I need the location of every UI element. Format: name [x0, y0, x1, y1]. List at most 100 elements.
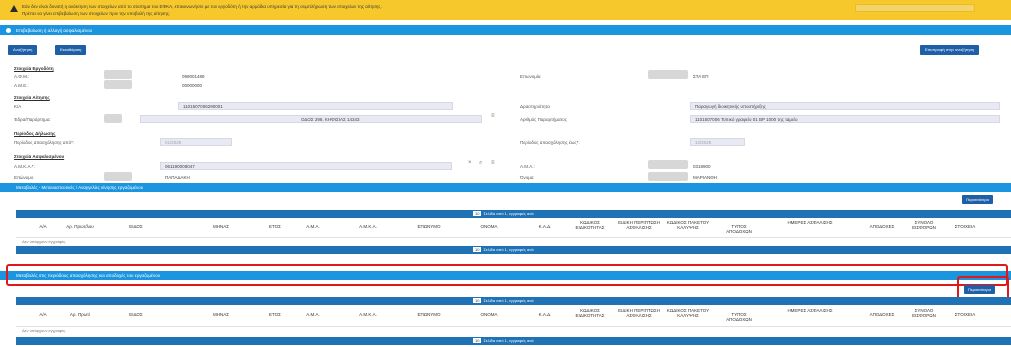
name-label: Όνομα — [520, 175, 534, 180]
column-header[interactable]: ΣΥΝΟΛΟ ΕΙΣΦΟΡΩΝ — [908, 220, 940, 230]
column-header[interactable]: ΕΙΔΟΣ — [116, 224, 156, 229]
table-divider — [16, 237, 1011, 238]
kad-label: Κ/Α — [14, 104, 22, 109]
verify-section-bar: Επιβεβαίωση ή αλλαγή ασφαλισμένου — [0, 25, 1011, 35]
column-header[interactable]: Α/Α — [32, 224, 54, 229]
column-header[interactable]: ΣΤΟΙΧΕΙΑ — [946, 312, 984, 317]
column-header[interactable]: ΗΜΕΡΕΣ ΑΣΦΑΛΙΣΗΣ — [779, 308, 841, 313]
column-header[interactable]: ΣΥΝΟΛΟ ΕΙΣΦΟΡΩΝ — [908, 308, 940, 318]
amka-input[interactable]: 061190008047 — [160, 162, 452, 170]
column-header[interactable]: ΕΙΔΟΣ — [116, 312, 156, 317]
column-header[interactable]: ΗΜΕΡΕΣ ΑΣΦΑΛΙΣΗΣ — [779, 220, 841, 225]
column-header[interactable]: ΤΥΠΟΣ ΑΠΟΔΟΧΩΝ — [719, 224, 759, 234]
column-header[interactable]: ΜΗΝΑΣ — [201, 224, 241, 229]
column-header[interactable]: ΚΩΔΙΚΟΣ ΕΙΔΙΚΟΤΗΤΑΣ — [568, 308, 612, 318]
table-header-1: Α/Α Αρ. Πρωτ/λου ΕΙΔΟΣ ΜΗΝΑΣ ΕΤΟΣ Α.Μ.Α. Α.Μ.Κ… — [16, 220, 1011, 236]
column-header[interactable]: ΑΠΟΔΟΧΕΣ — [862, 312, 902, 317]
column-header[interactable]: ΟΝΟΜΑ — [469, 224, 509, 229]
activity-label: Δραστηριότητα — [520, 104, 550, 109]
column-header[interactable]: ΕΤΟΣ — [263, 224, 287, 229]
pager-bottom-2[interactable]: 10 Σελίδα από 1, εγγραφές ανά — [16, 337, 1011, 345]
redacted-block — [104, 70, 132, 79]
pager-bottom-1[interactable]: 10 Σελίδα από 1, εγγραφές ανά — [16, 246, 1011, 254]
redacted-block — [648, 172, 688, 181]
details-heading: Στοιχεία Αίτησης — [14, 95, 50, 100]
section-circle-icon — [6, 28, 11, 33]
column-header[interactable]: ΕΙΔΙΚΗ ΠΕΡΙΠΤΩΣΗ ΑΣΦΑΛΙΣΗΣ — [617, 220, 661, 230]
employer-afm-value: 099001489 — [182, 74, 205, 79]
table-divider — [16, 326, 1011, 327]
movements-section-title: Μεταβολές - Μεταναστευτικές / Αναγγελίες… — [16, 185, 144, 190]
amka-label: Α.Μ.Κ.Α.*: — [14, 164, 35, 169]
period-to-input[interactable]: 12/2025 — [690, 138, 745, 146]
column-header[interactable]: Α.Μ.Α. — [294, 224, 332, 229]
search-icon[interactable]: ⌕ — [479, 160, 482, 167]
redacted-block — [104, 114, 122, 123]
employer-ame-value: 00000000 — [182, 83, 203, 88]
kad-field: 1101507006290001 — [178, 102, 453, 110]
column-header[interactable]: ΕΙΔΙΚΗ ΠΕΡΙΠΤΩΣΗ ΑΣΦΑΛΙΣΗΣ — [617, 308, 661, 318]
name-value: ΜΑΡΙΑΝΘΗ — [693, 175, 718, 180]
column-header[interactable]: ΤΥΠΟΣ ΑΠΟΔΟΧΩΝ — [719, 312, 759, 322]
employer-afm-label: Α.Φ.Μ.: — [14, 74, 30, 79]
period-from-label: Περίοδος απασχόλησης από*: — [14, 140, 75, 145]
address-list-icon[interactable]: ≡ — [491, 113, 495, 119]
payroll-table: 10 Σελίδα από 1, εγγραφές ανά Α/Α Αρ. Πρωτ… — [16, 297, 1011, 347]
pager-top-1[interactable]: 10 Σελίδα από 1, εγγραφές ανά — [16, 210, 1011, 218]
column-header[interactable]: Α.Μ.Κ.Α. — [349, 224, 387, 229]
warning-icon — [10, 5, 18, 12]
pager-sel[interactable]: 10 — [473, 211, 482, 216]
pager-top-2[interactable]: 10 Σελίδα από 1, εγγραφές ανά — [16, 297, 1011, 305]
period-from-input[interactable]: 01/2025 — [160, 138, 232, 146]
column-header[interactable]: ΑΠΟΔΟΧΕΣ — [862, 224, 902, 229]
clear-button[interactable]: Εκκαθάριση — [55, 45, 87, 55]
column-header[interactable]: Αρ. Πρωτ/λου — [60, 224, 100, 229]
column-header[interactable]: ΣΤΟΙΧΕΙΑ — [946, 224, 984, 229]
period-to-label: Περίοδος απασχόλησης έως*: — [520, 140, 580, 145]
verify-section-title: Επιβεβαίωση ή αλλαγή ασφαλισμένου — [16, 28, 93, 33]
branch-label: Αριθμός Παραρτήματος — [520, 117, 567, 122]
ama-value: 0318900 — [693, 164, 711, 169]
column-header[interactable]: ΚΩΔΙΚΟΣ ΕΙΔΙΚΟΤΗΤΑΣ — [568, 220, 612, 230]
address-label: Έδρα/Παράρτημα: — [14, 117, 51, 122]
period-heading: Περίοδος Δήλωσης — [14, 131, 56, 136]
surname-value: ΠΑΠΑΔΑΚΗ — [165, 175, 190, 180]
movements-section-bar: Μεταβολές - Μεταναστευτικές / Αναγγελίες… — [0, 183, 1011, 192]
column-header[interactable]: ΟΝΟΜΑ — [469, 312, 509, 317]
table-empty-1: Δεν υπάρχουν εγγραφές. — [22, 239, 67, 244]
more-button-1[interactable]: Περισσότερα — [962, 195, 993, 204]
movements-table: 10 Σελίδα από 1, εγγραφές ανά Α/Α Αρ. Πρωτ… — [16, 210, 1011, 254]
table-header-2: Α/Α Αρ. Πρωτ/ΕΙΔΟΣ ΜΗΝΑΣ ΕΤΟΣ Α.Μ.Α. Α.Μ.Κ.Α.… — [16, 308, 1011, 324]
clear-icon[interactable]: × — [468, 160, 472, 166]
employer-name-label: Επωνυμία — [520, 74, 541, 79]
column-header[interactable]: Κ.Α.Δ. — [528, 312, 562, 317]
list-icon[interactable]: ≡ — [491, 160, 495, 166]
redacted-block — [648, 160, 688, 169]
warning-banner: Εάν δεν είναι δυνατή η ανάκτηση των στοι… — [0, 0, 1011, 20]
header-search-box[interactable] — [855, 4, 975, 12]
back-to-search-button[interactable]: Επιστροφή στην αναζήτηση — [920, 45, 980, 55]
column-header[interactable]: Αρ. Πρωτ/ — [60, 312, 100, 317]
column-header[interactable]: ΕΠΩΝΥΜΟ — [409, 312, 449, 317]
column-header[interactable]: ΕΤΟΣ — [263, 312, 287, 317]
column-header[interactable]: Α/Α — [32, 312, 54, 317]
column-header[interactable]: Α.Μ.Α. — [294, 312, 332, 317]
address-field: ΟΔΟΣ 298, ΚΗΦΙΣΙΑΣ 14343 — [140, 115, 482, 123]
column-header[interactable]: ΚΩΔΙΚΟΣ ΠΑΚΕΤΟΥ ΚΑΛΥΨΗΣ — [666, 220, 710, 230]
warning-text-line1: Εάν δεν είναι δυνατή η ανάκτηση των στοι… — [22, 4, 382, 9]
redacted-block — [104, 80, 132, 89]
column-header[interactable]: Κ.Α.Δ. — [528, 224, 562, 229]
column-header[interactable]: ΜΗΝΑΣ — [201, 312, 241, 317]
table-empty-2: Δεν υπάρχουν εγγραφές. — [22, 328, 67, 333]
branch-field: 1101507006 Τοπικό γραφείο 01 ΒΡ 1000 της… — [690, 115, 1000, 123]
employer-heading: Στοιχεία Εργοδότη — [14, 66, 54, 71]
column-header[interactable]: ΕΠΩΝΥΜΟ — [409, 224, 449, 229]
redacted-block — [104, 172, 132, 181]
highlight-section-box — [6, 264, 1008, 286]
column-header[interactable]: Α.Μ.Κ.Α. — [349, 312, 387, 317]
column-header[interactable]: ΚΩΔΙΚΟΣ ΠΑΚΕΤΟΥ ΚΑΛΥΨΗΣ — [666, 308, 710, 318]
redacted-block — [648, 70, 688, 79]
activity-field: Παραγωγή διοικητικής υποστήριξης — [690, 102, 1000, 110]
search-button[interactable]: Αναζήτηση — [8, 45, 38, 55]
employer-ame-label: Α.Μ.Ε.: — [14, 83, 29, 88]
